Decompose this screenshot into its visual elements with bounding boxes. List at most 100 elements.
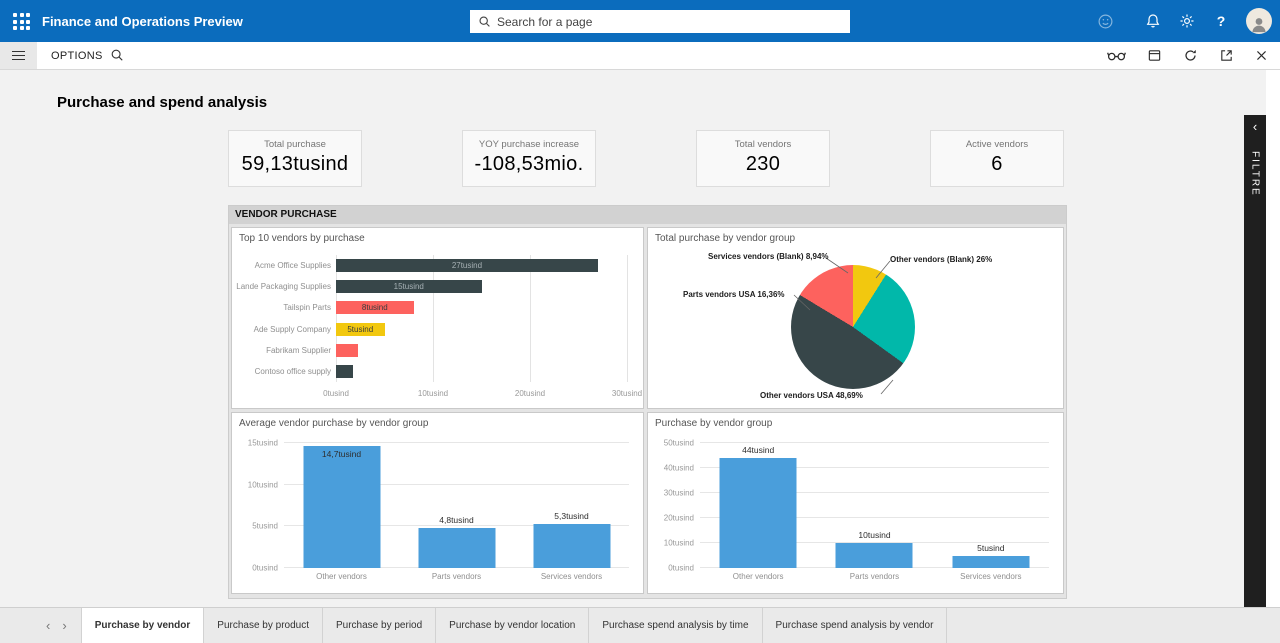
category-label: Fabrikam Supplier — [232, 346, 336, 355]
hamburger-menu-button[interactable] — [0, 42, 37, 69]
bar-value-label: 15tusind — [394, 282, 424, 291]
search-icon — [478, 15, 491, 28]
bar-track — [336, 344, 627, 357]
notifications-icon[interactable] — [1136, 13, 1170, 29]
bar[interactable]: 14,7tusind — [303, 446, 380, 569]
pie-label-0: Services vendors (Blank) 8,94% — [708, 252, 829, 261]
bar-value-label: 4,8tusind — [439, 515, 474, 525]
options-menu[interactable]: OPTIONS — [51, 50, 103, 62]
command-toolbar: OPTIONS — [0, 42, 1280, 70]
hbar-row: Fabrikam Supplier — [232, 340, 627, 361]
glasses-icon[interactable] — [1107, 49, 1126, 62]
bar[interactable] — [336, 344, 358, 357]
bar[interactable]: 8tusind — [336, 301, 414, 314]
vendor-purchase-panel: VENDOR PURCHASE Top 10 vendors by purcha… — [228, 205, 1067, 599]
bar-slot: 4,8tusindParts vendors — [399, 443, 514, 568]
bar[interactable] — [418, 528, 495, 568]
footer-tab[interactable]: Purchase spend analysis by time — [589, 608, 762, 643]
axis-tick-label: 10tusind — [248, 480, 284, 489]
search-input[interactable] — [497, 15, 842, 29]
footer-tab[interactable]: Purchase by period — [323, 608, 436, 643]
bar-track: 5tusind — [336, 323, 627, 336]
tabs-scroll-left-icon[interactable]: ‹ — [46, 619, 50, 632]
gridline — [627, 255, 628, 382]
pie-label-1: Other vendors (Blank) 26% — [890, 255, 992, 264]
waffle-icon[interactable] — [13, 13, 30, 30]
app-window: Finance and Operations Preview ? — [0, 0, 1280, 643]
axis-tick-label: 0tusind — [323, 389, 349, 398]
global-search-box[interactable] — [470, 10, 850, 33]
panel-header: VENDOR PURCHASE — [229, 206, 1066, 224]
category-label: Lande Packaging Supplies — [232, 282, 336, 291]
footer-tab[interactable]: Purchase spend analysis by vendor — [763, 608, 948, 643]
toolbar-search-icon[interactable] — [110, 48, 124, 62]
bar-value-label: 5tusind — [977, 543, 1004, 553]
bar[interactable] — [720, 458, 797, 568]
pie[interactable] — [791, 265, 915, 389]
category-label: Parts vendors — [850, 572, 899, 581]
pie-label-2: Other vendors USA 48,69% — [760, 391, 863, 400]
user-avatar[interactable] — [1246, 8, 1272, 34]
dashboard-content: Purchase and spend analysis Total purcha… — [0, 70, 1280, 607]
bar-track: 15tusind — [336, 280, 627, 293]
kpi-value: 59,13tusind — [229, 153, 361, 176]
filter-pane: ‹ FILTRE — [1244, 115, 1266, 607]
kpi-card: Total purchase59,13tusind — [228, 130, 362, 187]
kpi-value: 230 — [697, 153, 829, 176]
axis-tick-label: 0tusind — [668, 564, 700, 573]
bar-value-label: 44tusind — [742, 445, 774, 455]
refresh-icon[interactable] — [1183, 48, 1198, 63]
bar[interactable] — [533, 524, 610, 568]
popout-icon[interactable] — [1219, 48, 1234, 63]
bar[interactable]: 5tusind — [336, 323, 385, 336]
category-label: Other vendors — [733, 572, 784, 581]
bar-value-label: 27tusind — [452, 261, 482, 270]
bar[interactable] — [336, 365, 353, 378]
footer-tab[interactable]: Purchase by product — [204, 608, 323, 643]
chart-purchase-by-group-pie: Total purchase by vendor group Services … — [647, 227, 1064, 409]
kpi-card: Active vendors 6 — [930, 130, 1064, 187]
bar-value-label: 5tusind — [347, 325, 373, 334]
feedback-icon[interactable] — [1088, 13, 1122, 30]
chart-title: Top 10 vendors by purchase — [239, 233, 365, 244]
topbar-actions: ? — [1088, 0, 1272, 42]
chart-top10-vendors: Top 10 vendors by purchase Acme Office S… — [231, 227, 644, 409]
footer-tab[interactable]: Purchase by vendor — [81, 608, 205, 643]
filter-pane-toggle[interactable]: ‹ — [1244, 115, 1266, 141]
hbar-row: Ade Supply Company5tusind — [232, 319, 627, 340]
kpi-label: Active vendors — [931, 139, 1063, 150]
tabs-scroll-right-icon[interactable]: › — [62, 619, 66, 632]
top10-xaxis: 0tusind10tusind20tusind30tusind — [336, 389, 627, 399]
chart-title: Purchase by vendor group — [655, 418, 772, 429]
app-title: Finance and Operations Preview — [42, 14, 243, 29]
bar-track: 27tusind — [336, 259, 627, 272]
group-plot: 44tusindOther vendors10tusindParts vendo… — [700, 443, 1049, 568]
bar[interactable] — [836, 543, 913, 568]
kpi-value: 6 — [931, 153, 1063, 176]
bar-value-label: 14,7tusind — [322, 449, 361, 459]
bar[interactable]: 15tusind — [336, 280, 482, 293]
top-navigation-bar: Finance and Operations Preview ? — [0, 0, 1280, 42]
window-icon[interactable] — [1147, 48, 1162, 63]
category-label: Services vendors — [541, 572, 602, 581]
bar-value-label: 8tusind — [362, 303, 388, 312]
bar[interactable] — [952, 556, 1029, 569]
bar-slot: 10tusindParts vendors — [816, 443, 932, 568]
settings-gear-icon[interactable] — [1170, 13, 1204, 29]
filter-pane-label: FILTRE — [1250, 151, 1261, 197]
kpi-label: Total vendors — [697, 139, 829, 150]
scrollbar-gutter[interactable] — [1266, 70, 1280, 607]
bar-slot: 44tusindOther vendors — [700, 443, 816, 568]
bar-track: 8tusind — [336, 301, 627, 314]
kpi-card: YOY purchase increase-108,53mio. — [462, 130, 596, 187]
bar-value-label: 10tusind — [858, 530, 890, 540]
axis-tick-label: 15tusind — [248, 439, 284, 448]
bar-slot: 5tusindServices vendors — [933, 443, 1049, 568]
category-label: Acme Office Supplies — [232, 261, 336, 270]
bar[interactable]: 27tusind — [336, 259, 598, 272]
footer-tab[interactable]: Purchase by vendor location — [436, 608, 589, 643]
report-tab-strip: ‹ › Purchase by vendorPurchase by produc… — [0, 607, 1280, 643]
category-label: Contoso office supply — [232, 367, 336, 376]
help-icon[interactable]: ? — [1204, 13, 1238, 29]
close-icon[interactable] — [1255, 49, 1268, 62]
